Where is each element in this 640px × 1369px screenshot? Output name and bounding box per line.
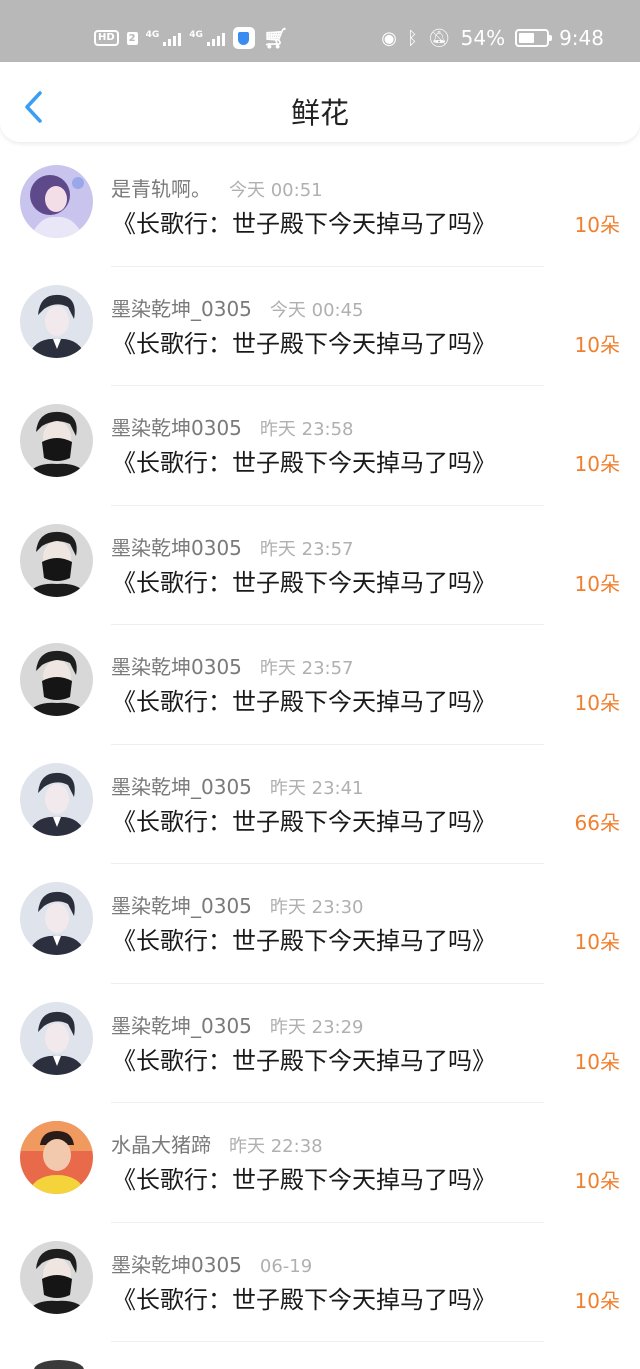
timestamp: 昨天 23:57 xyxy=(259,538,354,560)
timestamp: 昨天 22:38 xyxy=(229,1136,323,1157)
timestamp: 06-19 xyxy=(259,1255,313,1277)
signal-icon: 4G xyxy=(189,30,225,46)
list-item[interactable]: 是青轨啊。 今天 00:51 《长歌行：世子殿下今天掉马了吗》 10朵 xyxy=(0,147,640,267)
username[interactable]: 水晶大猪蹄 xyxy=(111,1133,211,1157)
list-item[interactable]: 墨染乾坤_0305 今天 00:45 《长歌行：世子殿下今天掉马了吗》 10朵 xyxy=(0,267,640,386)
battery-percent: 54% xyxy=(460,26,506,50)
avatar[interactable] xyxy=(20,165,93,238)
timestamp: 昨天 23:41 xyxy=(269,777,364,799)
status-bar: HD 2 4G 4G 🛒︎ ◉ ᛒ 🔕︎ 54% 9:48 xyxy=(0,0,640,62)
item-meta: 墨染乾坤0305 昨天 23:57 xyxy=(111,651,354,680)
item-meta: 水晶大猪蹄 昨天 22:38 xyxy=(111,1129,323,1158)
page-title: 鲜花 xyxy=(290,96,349,130)
list-item[interactable]: 墨染乾坤0305 昨天 23:58 《长歌行：世子殿下今天掉马了吗》 10朵 xyxy=(0,386,640,506)
item-meta: 墨染乾坤_0305 今天 00:45 xyxy=(111,293,364,322)
clock: 9:48 xyxy=(559,26,604,50)
username[interactable]: 墨染乾坤0305 xyxy=(111,536,242,560)
item-meta: 墨染乾坤0305 06-19 xyxy=(111,1249,312,1278)
avatar[interactable] xyxy=(20,1121,93,1194)
flower-count: 10朵 xyxy=(574,452,620,476)
avatar[interactable] xyxy=(20,882,93,955)
book-title: 《长歌行：世子殿下今天掉马了吗》 xyxy=(112,927,496,955)
network-type-label: 4G xyxy=(189,30,203,40)
bluetooth-icon: ᛒ xyxy=(406,27,418,49)
avatar[interactable] xyxy=(20,523,93,597)
item-meta: 墨染乾坤0305 昨天 23:57 xyxy=(111,532,354,561)
book-title: 《长歌行：世子殿下今天掉马了吗》 xyxy=(112,329,496,358)
book-title: 《长歌行：世子殿下今天掉马了吗》 xyxy=(112,1046,496,1075)
list-item[interactable]: 墨染乾坤_0305 昨天 23:29 《长歌行：世子殿下今天掉马了吗》 10朵 xyxy=(0,984,640,1103)
flower-count: 10朵 xyxy=(574,332,620,357)
status-left-icons: HD 2 4G 4G 🛒︎ xyxy=(94,24,288,52)
flower-count: 10朵 xyxy=(574,213,620,237)
sim-icon: 2 xyxy=(126,31,138,45)
list-item[interactable]: 水晶大猪蹄 昨天 22:38 《长歌行：世子殿下今天掉马了吗》 10朵 xyxy=(0,1103,640,1223)
flower-count: 10朵 xyxy=(574,1049,620,1074)
flower-count: 66朵 xyxy=(574,810,620,835)
flower-count: 10朵 xyxy=(574,1288,620,1313)
flower-count: 10朵 xyxy=(574,1169,620,1193)
username[interactable]: 墨染乾坤_0305 xyxy=(111,775,252,799)
eye-icon: ◉ xyxy=(381,27,397,49)
list-item[interactable]: 墨染乾坤0305 昨天 23:57 《长歌行：世子殿下今天掉马了吗》 10朵 xyxy=(0,625,640,745)
username[interactable]: 墨染乾坤_0305 xyxy=(111,1014,252,1038)
timestamp: 昨天 23:58 xyxy=(259,419,354,440)
avatar[interactable] xyxy=(20,284,93,358)
item-meta: 墨染乾坤_0305 昨天 23:41 xyxy=(111,771,364,800)
username[interactable]: 墨染乾坤0305 xyxy=(111,416,242,440)
divider xyxy=(111,1341,544,1342)
signal-icon: 4G xyxy=(146,30,182,46)
hd-icon: HD xyxy=(94,30,119,46)
timestamp: 昨天 23:29 xyxy=(269,1016,364,1038)
username[interactable]: 墨染乾坤_0305 xyxy=(111,297,252,321)
cart-icon: 🛒︎ xyxy=(262,26,289,50)
flower-count: 10朵 xyxy=(574,691,620,715)
mute-bell-icon: 🔕︎ xyxy=(427,27,451,49)
battery-icon xyxy=(515,29,553,47)
flower-count: 10朵 xyxy=(574,930,620,954)
avatar[interactable] xyxy=(20,1001,93,1075)
flower-count: 10朵 xyxy=(574,571,620,596)
book-title: 《长歌行：世子殿下今天掉马了吗》 xyxy=(112,449,496,477)
username[interactable]: 是青轨啊。 xyxy=(111,177,211,201)
username[interactable]: 墨染乾坤_0305 xyxy=(111,894,252,918)
book-title: 《长歌行：世子殿下今天掉马了吗》 xyxy=(112,568,496,597)
item-meta: 墨染乾坤_0305 昨天 23:30 xyxy=(111,890,364,919)
book-title: 《长歌行：世子殿下今天掉马了吗》 xyxy=(112,688,496,716)
avatar[interactable] xyxy=(20,1240,93,1314)
list-item[interactable]: 墨染乾坤0305 昨天 23:57 《长歌行：世子殿下今天掉马了吗》 10朵 xyxy=(0,506,640,625)
network-type-label: 4G xyxy=(145,30,160,40)
avatar xyxy=(34,1360,84,1369)
status-right-icons: ◉ ᛒ 🔕︎ 54% 9:48 xyxy=(381,24,604,52)
list-item[interactable]: 墨染乾坤0305 06-19 《长歌行：世子殿下今天掉马了吗》 10朵 xyxy=(0,1223,640,1342)
shield-icon xyxy=(232,27,255,49)
avatar[interactable] xyxy=(20,404,93,477)
avatar[interactable] xyxy=(20,643,93,716)
timestamp: 昨天 23:30 xyxy=(269,897,364,918)
book-title: 《长歌行：世子殿下今天掉马了吗》 xyxy=(112,807,496,836)
nav-bar: 鲜花 xyxy=(0,62,640,142)
list-item[interactable]: 墨染乾坤_0305 昨天 23:41 《长歌行：世子殿下今天掉马了吗》 66朵 xyxy=(0,745,640,864)
book-title: 《长歌行：世子殿下今天掉马了吗》 xyxy=(112,210,496,238)
timestamp: 今天 00:51 xyxy=(229,180,323,201)
timestamp: 今天 00:45 xyxy=(269,299,364,321)
username[interactable]: 墨染乾坤0305 xyxy=(111,655,242,679)
book-title: 《长歌行：世子殿下今天掉马了吗》 xyxy=(112,1166,496,1194)
list-item[interactable]: 墨染乾坤_0305 昨天 23:30 《长歌行：世子殿下今天掉马了吗》 10朵 xyxy=(0,864,640,984)
book-title: 《长歌行：世子殿下今天掉马了吗》 xyxy=(112,1285,496,1314)
item-meta: 是青轨啊。 今天 00:51 xyxy=(111,173,323,202)
item-meta: 墨染乾坤_0305 昨天 23:29 xyxy=(111,1010,364,1039)
timestamp: 昨天 23:57 xyxy=(259,658,354,679)
avatar[interactable] xyxy=(20,762,93,836)
item-meta: 墨染乾坤0305 昨天 23:58 xyxy=(111,412,354,441)
gift-list: 是青轨啊。 今天 00:51 《长歌行：世子殿下今天掉马了吗》 10朵 墨染乾坤_030… xyxy=(0,147,640,1342)
username[interactable]: 墨染乾坤0305 xyxy=(111,1253,242,1277)
